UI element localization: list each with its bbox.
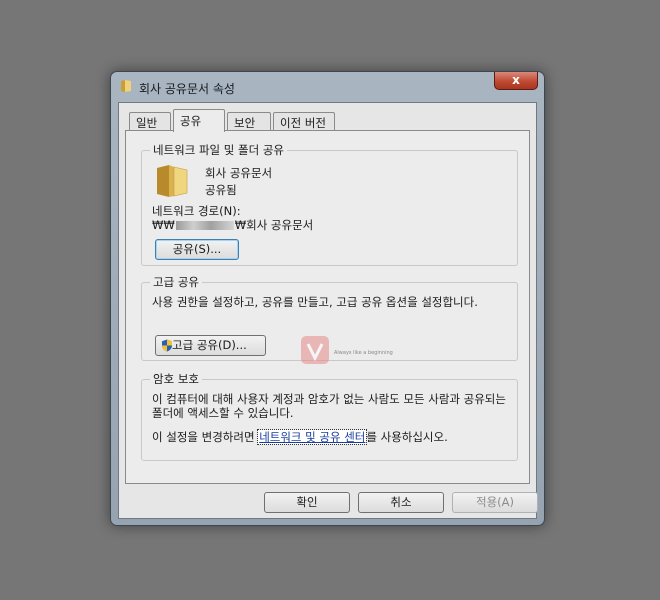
password-protection-group: 암호 보호 이 컴퓨터에 대해 사용자 계정과 암호가 없는 사람도 모든 사람…: [141, 371, 518, 461]
folder-name: 회사 공유문서: [205, 166, 273, 180]
window-title: 회사 공유문서 속성: [139, 82, 235, 96]
properties-dialog: 회사 공유문서 속성 x 일반 공유 보안 이전 버전 네트워크 파일 및 폴더…: [110, 71, 545, 526]
title-bar[interactable]: 회사 공유문서 속성 x: [111, 72, 544, 102]
advanced-sharing-description: 사용 권한을 설정하고, 공유를 만들고, 고급 공유 옵션을 설정합니다.: [152, 295, 478, 309]
watermark-logo-icon: [301, 336, 329, 364]
redacted-computer-name: [175, 221, 234, 230]
advanced-sharing-button-label: 고급 공유(D)...: [172, 338, 247, 352]
shared-folder-icon: [157, 165, 188, 197]
apply-button[interactable]: 적용(A): [452, 492, 538, 513]
sharing-status: 공유됨: [205, 183, 237, 197]
advanced-sharing-title: 고급 공유: [150, 274, 202, 290]
uac-shield-icon: [162, 339, 172, 352]
advanced-sharing-button[interactable]: 고급 공유(D)...: [155, 335, 266, 356]
dialog-client-area: 일반 공유 보안 이전 버전 네트워크 파일 및 폴더 공유 회사 공유문서 공…: [118, 102, 538, 519]
change-setting-sentence: 이 설정을 변경하려면 네트워크 및 공유 센터를 사용하십시오.: [152, 429, 448, 445]
change-setting-suffix: 를 사용하십시오.: [366, 430, 448, 444]
folder-icon: [121, 80, 131, 92]
watermark-text: Always like a beginning: [334, 350, 393, 356]
network-path-value[interactable]: ₩₩ ₩회사 공유문서: [152, 217, 313, 233]
tab-sharing[interactable]: 공유: [173, 109, 225, 132]
sharing-tab-panel: 네트워크 파일 및 폴더 공유 회사 공유문서 공유됨 네트워크 경로(N): …: [125, 130, 530, 484]
network-path-prefix: ₩₩: [152, 218, 175, 232]
password-protection-description: 이 컴퓨터에 대해 사용자 계정과 암호가 없는 사람도 모든 사람과 공유되는…: [152, 392, 506, 420]
tab-security[interactable]: 보안: [227, 112, 271, 131]
share-button[interactable]: 공유(S)...: [155, 239, 239, 260]
network-path-suffix: ₩회사 공유문서: [234, 218, 314, 232]
close-button[interactable]: x: [494, 72, 538, 90]
tab-previous-versions[interactable]: 이전 버전: [273, 112, 335, 131]
ok-button[interactable]: 확인: [264, 492, 350, 513]
network-sharing-center-link[interactable]: 네트워크 및 공유 센터: [257, 429, 368, 445]
network-sharing-group: 네트워크 파일 및 폴더 공유 회사 공유문서 공유됨 네트워크 경로(N): …: [141, 142, 518, 266]
tab-general[interactable]: 일반: [129, 112, 171, 131]
change-setting-prefix: 이 설정을 변경하려면: [152, 430, 259, 444]
network-sharing-title: 네트워크 파일 및 폴더 공유: [150, 142, 288, 158]
cancel-button[interactable]: 취소: [358, 492, 444, 513]
password-protection-title: 암호 보호: [150, 371, 202, 387]
